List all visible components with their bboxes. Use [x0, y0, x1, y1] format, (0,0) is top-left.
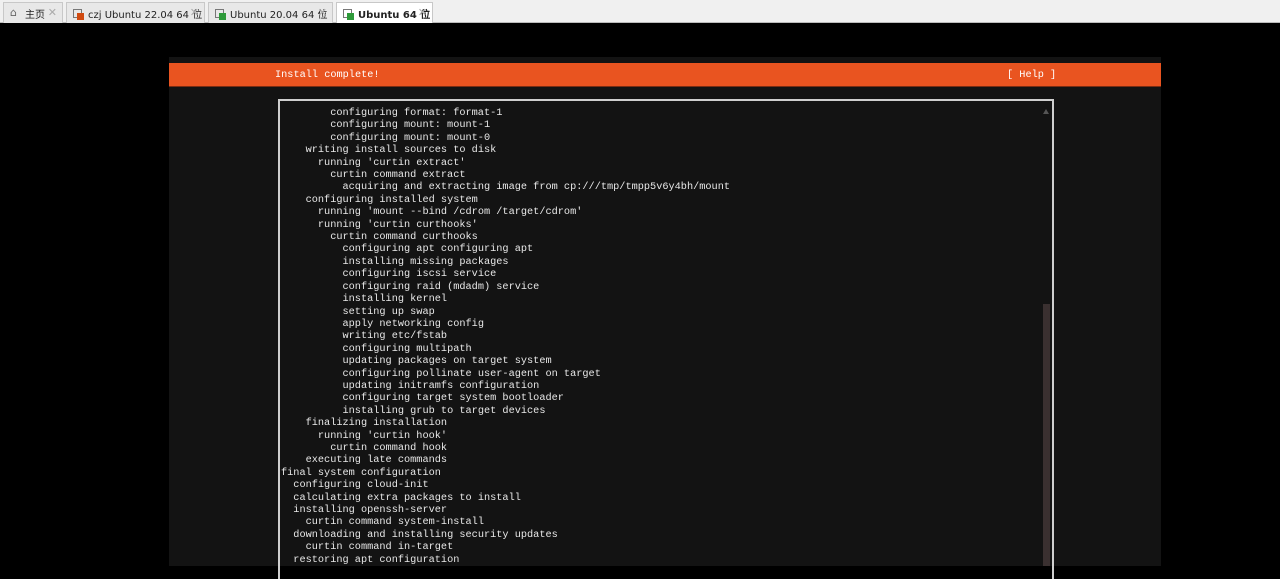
home-icon: ⌂ [10, 5, 17, 19]
log-line: final system configuration [281, 466, 441, 479]
log-line: running 'curtin hook' [317, 429, 448, 442]
log-line: configuring pollinate user-agent on targ… [342, 367, 601, 380]
tab-label: Ubuntu 20.04 64 位 [230, 9, 328, 21]
log-line: configuring multipath [342, 342, 472, 355]
log-line: configuring apt configuring apt [342, 243, 534, 256]
log-line: restoring apt configuration [293, 553, 460, 566]
log-line: configuring cloud-init [293, 479, 429, 492]
log-line: acquiring and extracting image from cp:/… [342, 181, 731, 194]
vm-icon [215, 8, 226, 20]
help-button[interactable]: [ Help ] [1007, 63, 1056, 87]
tab-label: czj Ubuntu 22.04 64 位 [88, 9, 203, 21]
log-line: configuring raid (mdadm) service [342, 280, 540, 293]
log-line: updating initramfs configuration [342, 379, 540, 392]
header-title: Install complete! [275, 69, 380, 81]
close-icon[interactable]: ✕ [318, 6, 327, 19]
close-icon[interactable]: ✕ [190, 6, 199, 19]
tab-bar: ⌂ 主页 ✕ czj Ubuntu 22.04 64 位 ✕ Ubuntu 20… [0, 0, 1280, 23]
log-line: running 'curtin extract' [317, 156, 466, 169]
tab-home[interactable]: ⌂ 主页 ✕ [3, 2, 63, 23]
vm-icon [343, 8, 354, 20]
log-line: curtin command curthooks [330, 231, 478, 244]
log-line: curtin command in-target [305, 541, 454, 554]
log-line: configuring format: format-1 [330, 107, 503, 119]
log-line: configuring installed system [305, 193, 478, 206]
log-line: installing kernel [342, 293, 448, 306]
vm-icon [73, 8, 84, 20]
log-line: configuring iscsi service [342, 268, 497, 281]
tab-ubuntu-20[interactable]: Ubuntu 20.04 64 位 ✕ [208, 2, 333, 23]
log-line: installing openssh-server [293, 504, 448, 516]
scrollbar-thumb[interactable] [1043, 304, 1050, 566]
log-line: executing late commands [305, 454, 448, 467]
log-line: installing grub to target devices [342, 404, 546, 417]
log-line: setting up swap [342, 305, 435, 318]
log-line: running 'curtin curthooks' [317, 218, 478, 231]
log-line: calculating extra packages to install [293, 491, 521, 504]
log-line: writing etc/fstab [342, 330, 448, 343]
install-log: configuring format: format-1 configuring … [281, 107, 730, 566]
log-line: updating packages on target system [342, 355, 552, 368]
tab-ubuntu-64[interactable]: Ubuntu 64 位 ✕ [336, 2, 433, 23]
close-icon[interactable]: ✕ [418, 6, 427, 19]
log-line: apply networking config [342, 317, 484, 330]
close-icon[interactable]: ✕ [48, 6, 57, 19]
log-line: curtin command extract [330, 169, 466, 182]
log-line: curtin command system-install [305, 516, 484, 529]
tab-czj-ubuntu-22[interactable]: czj Ubuntu 22.04 64 位 ✕ [66, 2, 205, 23]
log-line: finalizing installation [305, 417, 448, 430]
scroll-up-arrow-icon[interactable] [1043, 109, 1049, 114]
log-line: configuring target system bootloader [342, 392, 564, 405]
tab-label: 主页 [25, 9, 45, 21]
log-line: configuring mount: mount-0 [330, 131, 491, 144]
log-line: running 'mount --bind /cdrom /target/cdr… [317, 206, 583, 219]
installer-header: Install complete! [ Help ] [169, 63, 1161, 87]
log-line: configuring mount: mount-1 [330, 119, 491, 132]
log-line: writing install sources to disk [305, 144, 497, 157]
log-line: installing missing packages [342, 255, 509, 268]
log-line: downloading and installing security upda… [293, 528, 558, 541]
log-line: curtin command hook [330, 441, 448, 454]
